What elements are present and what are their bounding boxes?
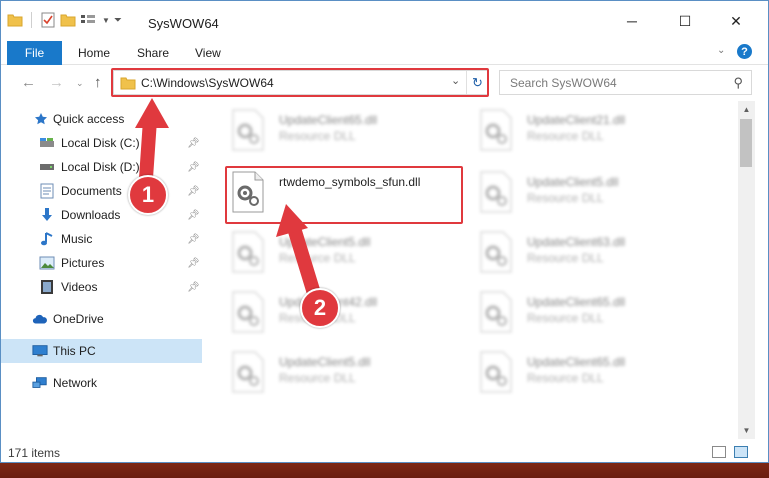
arrowhead-2: [276, 204, 308, 237]
annotation-arrows: [135, 98, 323, 307]
annotation-badge-2: 2: [300, 288, 340, 328]
arrow-1: [139, 113, 157, 185]
annotation-badge-1: 1: [128, 175, 168, 215]
arrowhead-1: [135, 98, 169, 128]
